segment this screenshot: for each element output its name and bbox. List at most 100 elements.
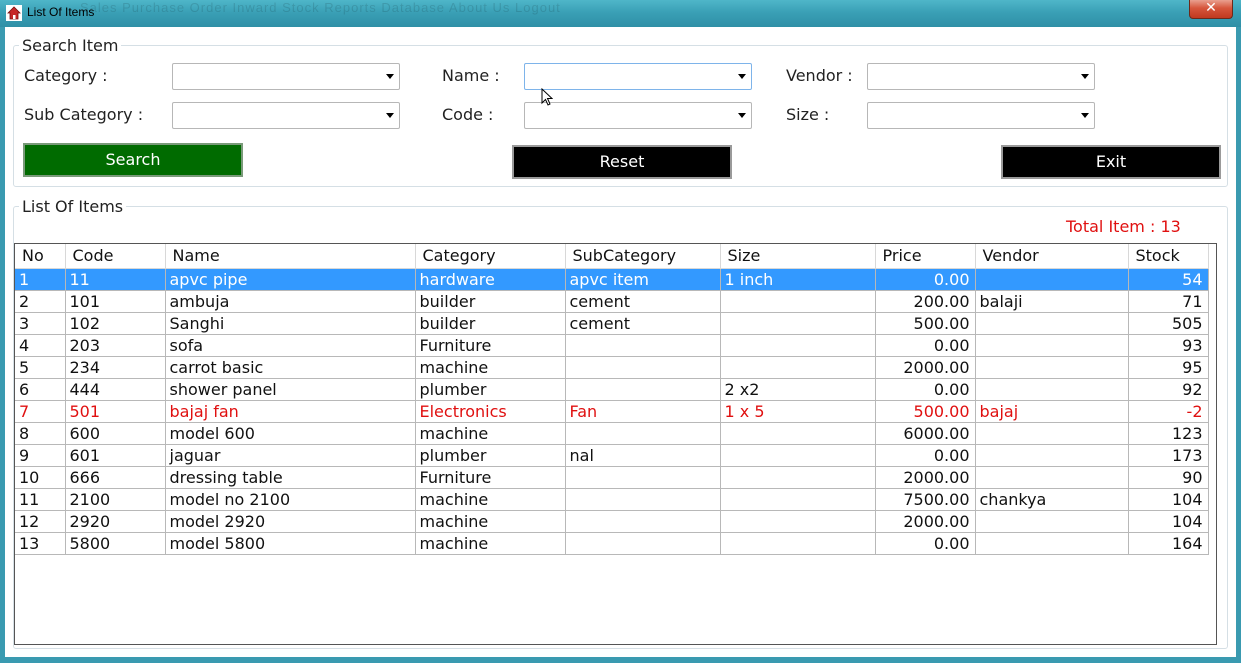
table-row[interactable]: 11 2100 model no 2100 machine 7500.00 chankya… <box>15 488 1209 511</box>
title-bar: List Of Items Sales Purchase Order Inwar… <box>0 0 1241 27</box>
cell-vendor: bajaj <box>975 400 1129 423</box>
cell-category: Furniture <box>415 334 566 357</box>
table-row[interactable]: 8 600 model 600 machine 6000.00 123 <box>15 422 1209 445</box>
table-row[interactable]: 12 2920 model 2920 machine 2000.00 104 <box>15 510 1209 533</box>
close-button[interactable]: ✕ <box>1189 0 1233 19</box>
table-row[interactable]: 3 102 Sanghi builder cement 500.00 505 <box>15 312 1209 335</box>
table-row[interactable]: 13 5800 model 5800 machine 0.00 164 <box>15 532 1209 555</box>
code-label: Code : <box>442 105 494 124</box>
cell-no: 8 <box>15 422 66 445</box>
exit-button[interactable]: Exit <box>1001 145 1221 179</box>
cell-stock: 173 <box>1128 444 1209 467</box>
size-dropdown[interactable] <box>867 102 1095 129</box>
table-row[interactable]: 9 601 jaguar plumber nal 0.00 173 <box>15 444 1209 467</box>
cell-size: 1 inch <box>720 268 876 291</box>
cell-code: 102 <box>65 312 166 335</box>
cell-size <box>720 290 876 313</box>
cell-stock: -2 <box>1128 400 1209 423</box>
cell-code: 600 <box>65 422 166 445</box>
cell-price: 500.00 <box>875 312 976 335</box>
cell-price: 0.00 <box>875 334 976 357</box>
cell-code: 666 <box>65 466 166 489</box>
search-button[interactable]: Search <box>23 143 243 177</box>
column-header-no[interactable]: No <box>15 244 66 269</box>
cell-stock: 90 <box>1128 466 1209 489</box>
chevron-down-icon <box>1081 74 1089 79</box>
cell-size <box>720 444 876 467</box>
cell-vendor <box>975 268 1129 291</box>
cell-name: ambuja <box>165 290 416 313</box>
cell-name: bajaj fan <box>165 400 416 423</box>
window-border-right <box>1236 27 1241 657</box>
cell-size <box>720 488 876 511</box>
cell-price: 2000.00 <box>875 356 976 379</box>
code-dropdown[interactable] <box>524 102 752 129</box>
cell-vendor <box>975 532 1129 555</box>
cell-category: plumber <box>415 444 566 467</box>
cell-name: model 600 <box>165 422 416 445</box>
column-header-price[interactable]: Price <box>875 244 976 269</box>
background-menu: Sales Purchase Order Inward Stock Report… <box>80 0 561 15</box>
cell-vendor <box>975 334 1129 357</box>
cell-name: Sanghi <box>165 312 416 335</box>
column-header-vendor[interactable]: Vendor <box>975 244 1129 269</box>
cell-price: 200.00 <box>875 290 976 313</box>
name-label: Name : <box>442 66 500 85</box>
table-row[interactable]: 2 101 ambuja builder cement 200.00 balaji 71 <box>15 290 1209 313</box>
cell-price: 6000.00 <box>875 422 976 445</box>
column-header-size[interactable]: Size <box>720 244 876 269</box>
vendor-dropdown[interactable] <box>867 63 1095 90</box>
cell-category: machine <box>415 422 566 445</box>
cell-category: machine <box>415 532 566 555</box>
cell-no: 11 <box>15 488 66 511</box>
column-header-name[interactable]: Name <box>165 244 416 269</box>
cell-price: 0.00 <box>875 378 976 401</box>
cell-no: 5 <box>15 356 66 379</box>
cell-category: builder <box>415 290 566 313</box>
cell-size <box>720 510 876 533</box>
cell-name: jaguar <box>165 444 416 467</box>
table-row[interactable]: 10 666 dressing table Furniture 2000.00 90 <box>15 466 1209 489</box>
column-header-subcategory[interactable]: SubCategory <box>565 244 721 269</box>
category-dropdown[interactable] <box>172 63 400 90</box>
cell-name: shower panel <box>165 378 416 401</box>
table-header-row: No Code Name Category SubCategory Size Price Ve… <box>15 244 1209 269</box>
table-row[interactable]: 6 444 shower panel plumber 2 x2 0.00 92 <box>15 378 1209 401</box>
cell-subcategory <box>565 510 721 533</box>
chevron-down-icon <box>738 74 746 79</box>
search-item-legend: Search Item <box>22 36 119 55</box>
name-dropdown[interactable] <box>524 63 752 90</box>
column-header-category[interactable]: Category <box>415 244 566 269</box>
cell-vendor <box>975 312 1129 335</box>
cell-code: 444 <box>65 378 166 401</box>
cell-code: 5800 <box>65 532 166 555</box>
cell-subcategory <box>565 356 721 379</box>
table-row[interactable]: 1 11 apvc pipe hardware apvc item 1 inch 0.00 5… <box>15 268 1209 291</box>
reset-button[interactable]: Reset <box>512 145 732 179</box>
cell-code: 11 <box>65 268 166 291</box>
cell-no: 1 <box>15 268 66 291</box>
items-grid[interactable]: No Code Name Category SubCategory Size Price Ve… <box>14 243 1217 645</box>
cell-stock: 71 <box>1128 290 1209 313</box>
cell-name: model 2920 <box>165 510 416 533</box>
cell-code: 203 <box>65 334 166 357</box>
cell-subcategory: cement <box>565 312 721 335</box>
cell-vendor <box>975 466 1129 489</box>
cell-code: 601 <box>65 444 166 467</box>
cell-size: 1 x 5 <box>720 400 876 423</box>
chevron-down-icon <box>386 74 394 79</box>
cell-size <box>720 312 876 335</box>
cell-no: 4 <box>15 334 66 357</box>
size-label: Size : <box>786 105 830 124</box>
table-row[interactable]: 5 234 carrot basic machine 2000.00 95 <box>15 356 1209 379</box>
cell-category: builder <box>415 312 566 335</box>
table-row[interactable]: 4 203 sofa Furniture 0.00 93 <box>15 334 1209 357</box>
cell-name: sofa <box>165 334 416 357</box>
chevron-down-icon <box>386 113 394 118</box>
column-header-stock[interactable]: Stock <box>1128 244 1209 269</box>
cell-size <box>720 466 876 489</box>
table-row[interactable]: 7 501 bajaj fan Electronics Fan 1 x 5 500.00 ba… <box>15 400 1209 423</box>
sub-category-dropdown[interactable] <box>172 102 400 129</box>
table-body: 1 11 apvc pipe hardware apvc item 1 inch 0.00 5… <box>15 268 1209 555</box>
column-header-code[interactable]: Code <box>65 244 166 269</box>
